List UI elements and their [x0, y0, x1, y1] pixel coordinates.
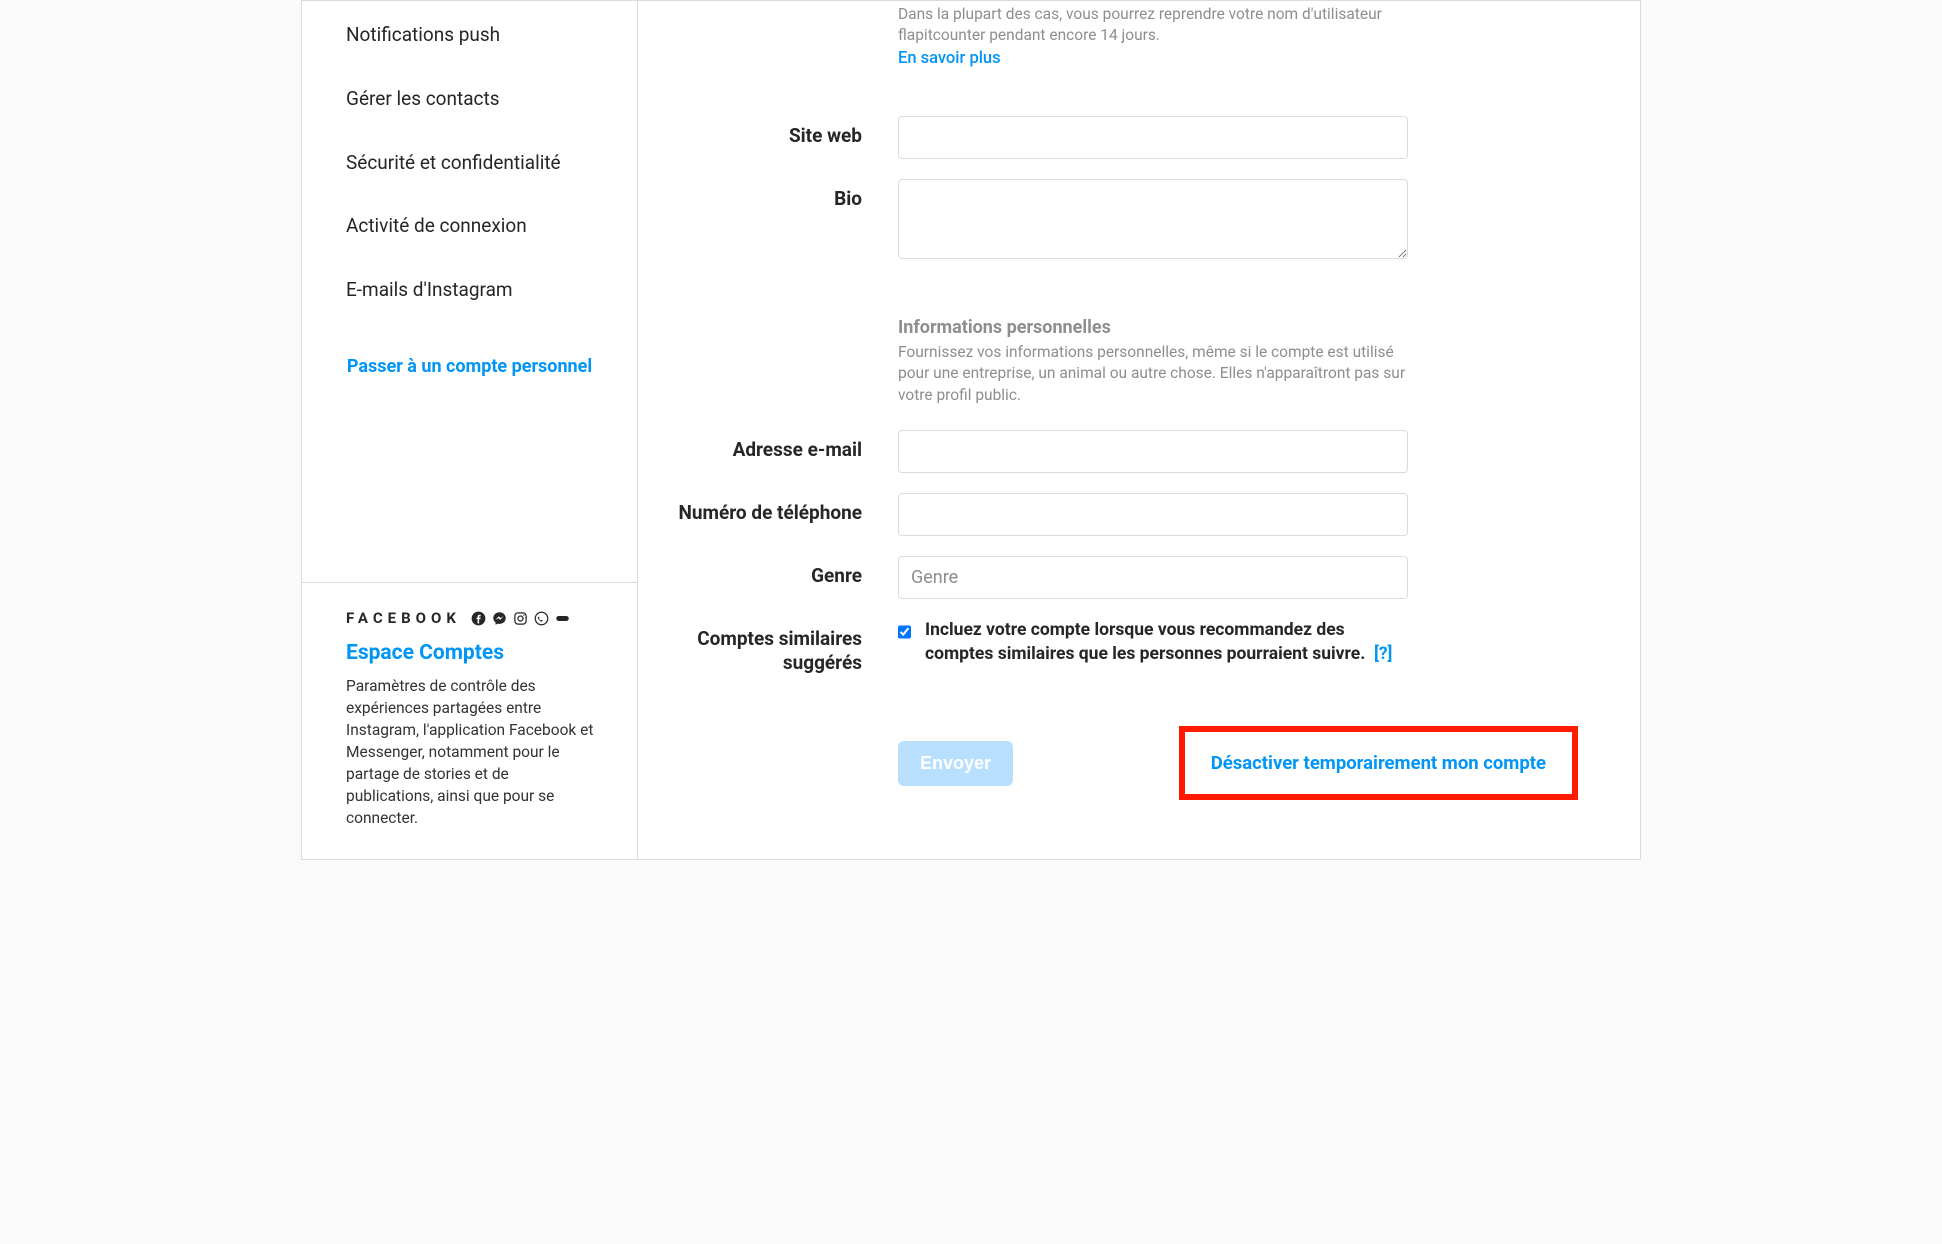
- sidebar-item-push-notifications[interactable]: Notifications push: [302, 3, 637, 67]
- username-note-text: Dans la plupart des cas, vous pourrez re…: [898, 4, 1408, 47]
- brand-icons-row: [471, 611, 570, 626]
- similar-accounts-text: Incluez votre compte lorsque vous recomm…: [925, 619, 1408, 666]
- personal-info-heading: Informations personnelles: [898, 317, 1408, 338]
- temporarily-disable-account-link[interactable]: Désactiver temporairement mon compte: [1211, 752, 1546, 774]
- sidebar-nav: Notifications push Gérer les contacts Sé…: [302, 1, 637, 582]
- deactivate-highlight-box: Désactiver temporairement mon compte: [1179, 726, 1578, 800]
- sidebar-item-manage-contacts[interactable]: Gérer les contacts: [302, 67, 637, 131]
- facebook-wordmark: FACEBOOK: [346, 609, 461, 627]
- label-bio: Bio: [678, 179, 898, 211]
- website-input[interactable]: [898, 116, 1408, 159]
- username-note-block: Dans la plupart des cas, vous pourrez re…: [898, 4, 1408, 68]
- oculus-icon: [555, 611, 570, 626]
- facebook-icon: [471, 611, 486, 626]
- gender-input[interactable]: [898, 556, 1408, 599]
- label-similar-accounts: Comptes similaires suggérés: [678, 619, 898, 675]
- bio-textarea[interactable]: [898, 179, 1408, 259]
- edit-profile-form: Dans la plupart des cas, vous pourrez re…: [638, 1, 1640, 859]
- switch-to-personal-account-link[interactable]: Passer à un compte personnel: [302, 322, 637, 420]
- sidebar-item-security-privacy[interactable]: Sécurité et confidentialité: [302, 131, 637, 195]
- label-website: Site web: [678, 116, 898, 148]
- instagram-icon: [513, 611, 528, 626]
- personal-info-block: Informations personnelles Fournissez vos…: [898, 317, 1408, 406]
- sidebar-item-instagram-emails[interactable]: E-mails d'Instagram: [302, 258, 637, 322]
- sidebar-footer: FACEBOOK: [302, 582, 637, 859]
- accounts-center-link[interactable]: Espace Comptes: [346, 641, 504, 665]
- similar-accounts-help-link[interactable]: [?]: [1374, 644, 1392, 664]
- phone-input[interactable]: [898, 493, 1408, 536]
- label-email: Adresse e-mail: [678, 430, 898, 462]
- whatsapp-icon: [534, 611, 549, 626]
- sidebar-item-login-activity[interactable]: Activité de connexion: [302, 194, 637, 258]
- accounts-center-description: Paramètres de contrôle des expériences p…: [346, 675, 596, 829]
- learn-more-link[interactable]: En savoir plus: [898, 49, 1001, 68]
- settings-sidebar: Notifications push Gérer les contacts Sé…: [302, 1, 638, 859]
- submit-button[interactable]: Envoyer: [898, 741, 1013, 786]
- label-gender: Genre: [678, 556, 898, 588]
- facebook-brand-row: FACEBOOK: [346, 609, 607, 627]
- similar-accounts-checkbox[interactable]: [898, 622, 911, 642]
- label-phone: Numéro de téléphone: [678, 493, 898, 525]
- messenger-icon: [492, 611, 507, 626]
- personal-info-desc: Fournissez vos informations personnelles…: [898, 342, 1408, 406]
- email-input[interactable]: [898, 430, 1408, 473]
